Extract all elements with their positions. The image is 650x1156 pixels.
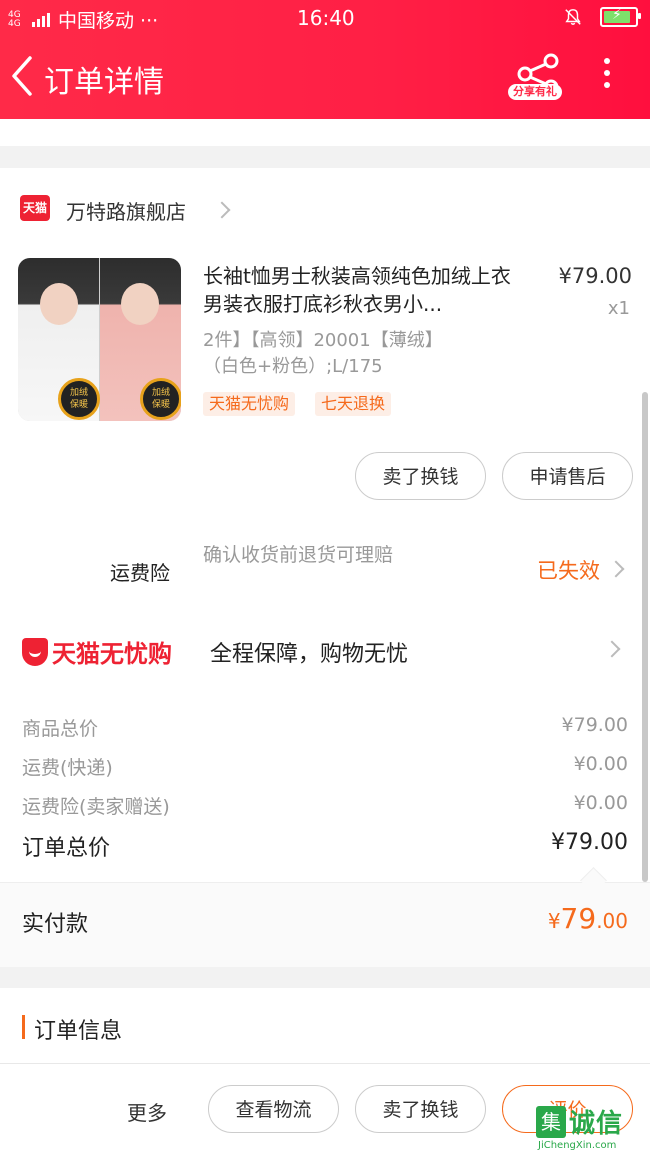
fleece-warm-badge-right: 加绒保暖 (140, 378, 181, 420)
order-info-title: 订单信息 (34, 1019, 123, 1044)
sell-for-cash-bottom-button[interactable]: 卖了换钱 (355, 1085, 486, 1133)
sell-for-cash-button[interactable]: 卖了换钱 (355, 452, 486, 500)
tmall-worry-free-logo: 天猫无忧购 (22, 634, 172, 669)
scrollbar[interactable] (642, 392, 648, 882)
insurance-fee-value: ¥0.00 (573, 792, 628, 814)
watermark-url: JiChengXin.com (538, 1140, 617, 1151)
store-name[interactable]: 万特路旗舰店 (66, 196, 186, 225)
shipping-fee-value: ¥0.00 (573, 753, 628, 775)
product-thumbnail[interactable]: 加绒保暖 加绒保暖 (18, 258, 181, 421)
shipping-insurance-description: 确认收货前退货可理赔 (203, 544, 394, 566)
view-logistics-button[interactable]: 查看物流 (208, 1085, 339, 1133)
back-icon[interactable] (6, 52, 40, 100)
subtotal-value: ¥79.00 (561, 714, 628, 736)
tag-seven-day-return: 七天退换 (315, 392, 392, 416)
signal-icon (32, 12, 50, 27)
network-type: 4G 4G (8, 9, 21, 29)
order-total-label: 订单总价 (22, 836, 111, 861)
fleece-warm-badge-left: 加绒保暖 (58, 378, 100, 420)
watermark-text: 诚信 (569, 1109, 624, 1139)
insurance-fee-label: 运费险(卖家赠送) (22, 796, 170, 818)
share-reward-label[interactable]: 分享有礼 (508, 84, 562, 100)
bell-muted-icon (565, 9, 581, 25)
battery-icon: ⚡ (600, 7, 641, 27)
product-price: ¥79.00 (558, 264, 632, 288)
carrier-name: 中国移动 ··· (58, 10, 159, 32)
paid-amount-value: ¥79.00 (547, 902, 628, 935)
product-quantity: x1 (607, 298, 630, 319)
clock: 16:40 (297, 6, 355, 30)
shipping-insurance-status[interactable]: 已失效 (537, 555, 600, 585)
paid-amount-label: 实付款 (22, 912, 89, 937)
tmall-store-icon: 天猫 (20, 195, 50, 221)
status-right: ⚡ (564, 7, 641, 27)
more-menu-icon[interactable] (592, 54, 622, 94)
apply-after-sales-button[interactable]: 申请售后 (502, 452, 633, 500)
subtotal-label: 商品总价 (22, 718, 99, 740)
shipping-fee-label: 运费(快递) (22, 757, 113, 779)
more-actions-link[interactable]: 更多 (127, 1097, 167, 1126)
shipping-insurance-label: 运费险 (110, 561, 170, 585)
status-left: 4G 4G 中国移动 ··· (8, 6, 158, 33)
page-title: 订单详情 (44, 65, 164, 100)
shield-icon (22, 637, 48, 666)
order-total-value: ¥79.00 (551, 830, 628, 855)
section-accent-bar (22, 1015, 25, 1039)
guarantee-text: 全程保障，购物无忧 (210, 642, 409, 667)
tag-tmall-worry-free: 天猫无忧购 (203, 392, 296, 416)
status-bar: 4G 4G 中国移动 ··· 16:40 ⚡ (0, 0, 650, 36)
nav-bar: 订单详情 分享有礼 (0, 36, 650, 119)
watermark-logo: 集 (536, 1106, 566, 1138)
header-gap (0, 119, 650, 146)
product-sku: 2件】【高领】20001【薄绒】（白色+粉色）;L/175 (203, 330, 443, 377)
share-icon[interactable] (507, 52, 569, 114)
product-title[interactable]: 长袖t恤男士秋装高领纯色加绒上衣男装衣服打底衫秋衣男小... (203, 262, 528, 318)
